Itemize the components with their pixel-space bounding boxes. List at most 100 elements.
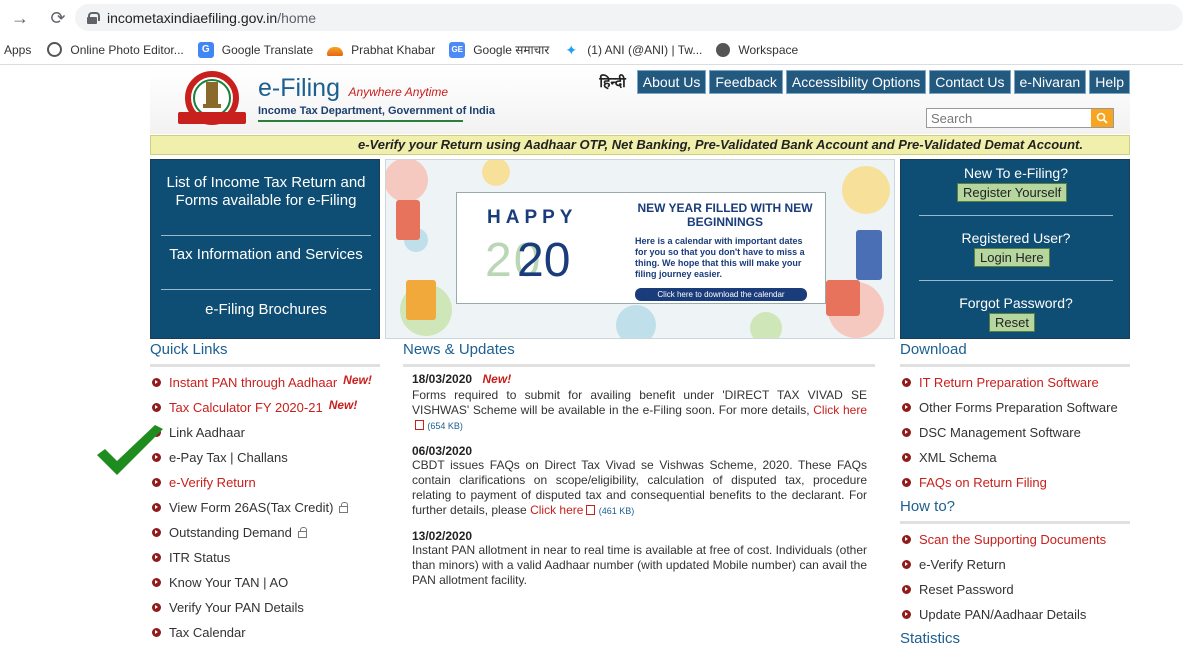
- how-to-list: Scan the Supporting Documents e-Verify R…: [902, 527, 1106, 627]
- list-item[interactable]: Instant PAN through Aadhaar New!: [152, 370, 372, 395]
- prabhat-khabar-icon: [327, 47, 344, 56]
- bookmark-apps[interactable]: Apps: [4, 43, 31, 57]
- hindi-language-link[interactable]: हिन्दी: [599, 73, 625, 92]
- list-item[interactable]: Other Forms Preparation Software: [902, 395, 1118, 420]
- banner-year: 20: [517, 234, 571, 287]
- download-calendar-button[interactable]: Click here to download the calendar: [635, 288, 807, 301]
- list-item[interactable]: e-Verify Return: [902, 552, 1106, 577]
- news-text: CBDT issues FAQs on Direct Tax Vivad se …: [412, 458, 867, 519]
- list-item[interactable]: Reset Password: [902, 577, 1106, 602]
- link-label: Tax Calendar: [169, 625, 246, 640]
- brand-underline: [258, 120, 463, 122]
- login-button[interactable]: Login Here: [974, 248, 1050, 267]
- list-item[interactable]: Tax Calendar: [152, 620, 372, 645]
- link-label: Outstanding Demand: [169, 525, 292, 540]
- new-badge: New!: [482, 372, 512, 386]
- news-date: 13/02/2020: [412, 529, 473, 543]
- list-item[interactable]: e-Pay Tax | Challans: [152, 445, 372, 470]
- list-item[interactable]: Know Your TAN | AO: [152, 570, 372, 595]
- reset-button[interactable]: Reset: [989, 313, 1035, 332]
- divider: [150, 364, 380, 367]
- bullet-arrow-icon: [152, 378, 161, 387]
- bookmark-prabhat-khabar[interactable]: Prabhat Khabar: [327, 43, 435, 57]
- nav-about-us[interactable]: About Us: [636, 70, 707, 94]
- url-field[interactable]: incometaxindiaefiling.gov.in/home: [75, 4, 1183, 31]
- list-item[interactable]: View Form 26AS(Tax Credit): [152, 495, 372, 520]
- link-label: XML Schema: [919, 450, 997, 465]
- bookmark-label: (1) ANI (@ANI) | Tw...: [587, 42, 703, 57]
- bullet-arrow-icon: [902, 428, 911, 437]
- brand-block: e-Filing Anywhere Anytime Income Tax Dep…: [258, 74, 495, 117]
- divider: [919, 280, 1113, 281]
- news-item: 18/03/2020 New! Forms required to submit…: [412, 370, 867, 434]
- browser-address-bar: → ⟳ incometaxindiaefiling.gov.in/home: [0, 0, 1183, 35]
- photo-editor-icon: [47, 42, 63, 57]
- bullet-arrow-icon: [152, 628, 161, 637]
- top-navigation: हिन्दी About Us Feedback Accessibility O…: [599, 70, 1130, 94]
- list-item[interactable]: ITR Status: [152, 545, 372, 570]
- link-label: e-Verify Return: [919, 557, 1006, 572]
- list-item[interactable]: Tax Calculator FY 2020-21 New!: [152, 395, 372, 420]
- quick-links-list: Instant PAN through Aadhaar New! Tax Calc…: [152, 370, 372, 645]
- tax-information-link[interactable]: Tax Information and Services: [161, 246, 371, 264]
- bullet-arrow-icon: [152, 403, 161, 412]
- list-item[interactable]: FAQs on Return Filing: [902, 470, 1118, 495]
- register-button[interactable]: Register Yourself: [957, 183, 1068, 202]
- search-box[interactable]: Search: [926, 108, 1114, 128]
- itr-forms-link[interactable]: List of Income Tax Return and Forms avai…: [161, 174, 371, 210]
- bookmark-label: Online Photo Editor...: [70, 42, 184, 57]
- bookmark-google-translate[interactable]: G Google Translate: [197, 41, 313, 58]
- url-path: /home: [277, 9, 317, 26]
- site-title: e-Filing: [258, 74, 340, 102]
- news-click-here-link[interactable]: Click here: [813, 403, 867, 417]
- lock-icon: [297, 527, 307, 538]
- reload-icon[interactable]: ⟳: [48, 8, 68, 28]
- file-size: (461 KB): [598, 506, 635, 516]
- list-item[interactable]: e-Verify Return: [152, 470, 372, 495]
- nav-e-nivaran[interactable]: e-Nivaran: [1013, 70, 1087, 94]
- list-item[interactable]: XML Schema: [902, 445, 1118, 470]
- search-button[interactable]: [1091, 109, 1113, 127]
- bookmark-ani-twitter[interactable]: ✦ (1) ANI (@ANI) | Tw...: [563, 42, 702, 58]
- banner-description: Here is a calendar with important dates …: [635, 236, 805, 279]
- new-year-banner[interactable]: HAPPY 20 20 NEW YEAR FILLED WITH NEW BEG…: [385, 159, 895, 339]
- list-item[interactable]: Update PAN/Aadhaar Details: [902, 602, 1106, 627]
- quick-links-heading: Quick Links: [150, 341, 228, 358]
- list-item[interactable]: Scan the Supporting Documents: [902, 527, 1106, 552]
- bookmark-google-news[interactable]: GE Google समाचार: [449, 41, 549, 58]
- search-input[interactable]: Search: [927, 111, 1091, 126]
- lock-icon: [87, 11, 100, 24]
- news-click-here-link[interactable]: Click here: [530, 503, 583, 517]
- forward-arrow-icon[interactable]: →: [10, 8, 30, 28]
- site-header: e-Filing Anywhere Anytime Income Tax Dep…: [150, 68, 1130, 134]
- nav-contact-us[interactable]: Contact Us: [929, 70, 1011, 94]
- list-item[interactable]: Verify Your PAN Details: [152, 595, 372, 620]
- link-label: e-Pay Tax | Challans: [169, 450, 288, 465]
- nav-feedback[interactable]: Feedback: [709, 70, 783, 94]
- efiling-brochures-link[interactable]: e-Filing Brochures: [161, 301, 371, 319]
- nav-help[interactable]: Help: [1089, 70, 1130, 94]
- bullet-arrow-icon: [902, 478, 911, 487]
- bullet-arrow-icon: [902, 560, 911, 569]
- bullet-arrow-icon: [152, 528, 161, 537]
- list-item[interactable]: IT Return Preparation Software: [902, 370, 1118, 395]
- divider: [161, 235, 371, 236]
- divider: [919, 215, 1113, 216]
- bullet-arrow-icon: [152, 603, 161, 612]
- bookmark-online-photo-editor[interactable]: Online Photo Editor...: [47, 42, 184, 57]
- pdf-icon: [586, 505, 596, 515]
- list-item[interactable]: DSC Management Software: [902, 420, 1118, 445]
- list-item[interactable]: Outstanding Demand: [152, 520, 372, 545]
- bookmark-workspace[interactable]: Workspace: [716, 42, 799, 57]
- google-translate-icon: G: [197, 41, 214, 58]
- bookmark-label: Google समाचार: [473, 43, 550, 57]
- nav-accessibility-options[interactable]: Accessibility Options: [785, 70, 927, 94]
- site-tagline: Anywhere Anytime: [348, 85, 449, 99]
- link-label: Update PAN/Aadhaar Details: [919, 607, 1087, 622]
- bookmark-label: Workspace: [738, 42, 799, 57]
- list-item[interactable]: Link Aadhaar: [152, 420, 372, 445]
- bullet-arrow-icon: [902, 585, 911, 594]
- news-text: Forms required to submit for availing be…: [412, 388, 867, 434]
- bookmark-label: Apps: [4, 42, 32, 57]
- income-tax-emblem-icon: [178, 71, 246, 125]
